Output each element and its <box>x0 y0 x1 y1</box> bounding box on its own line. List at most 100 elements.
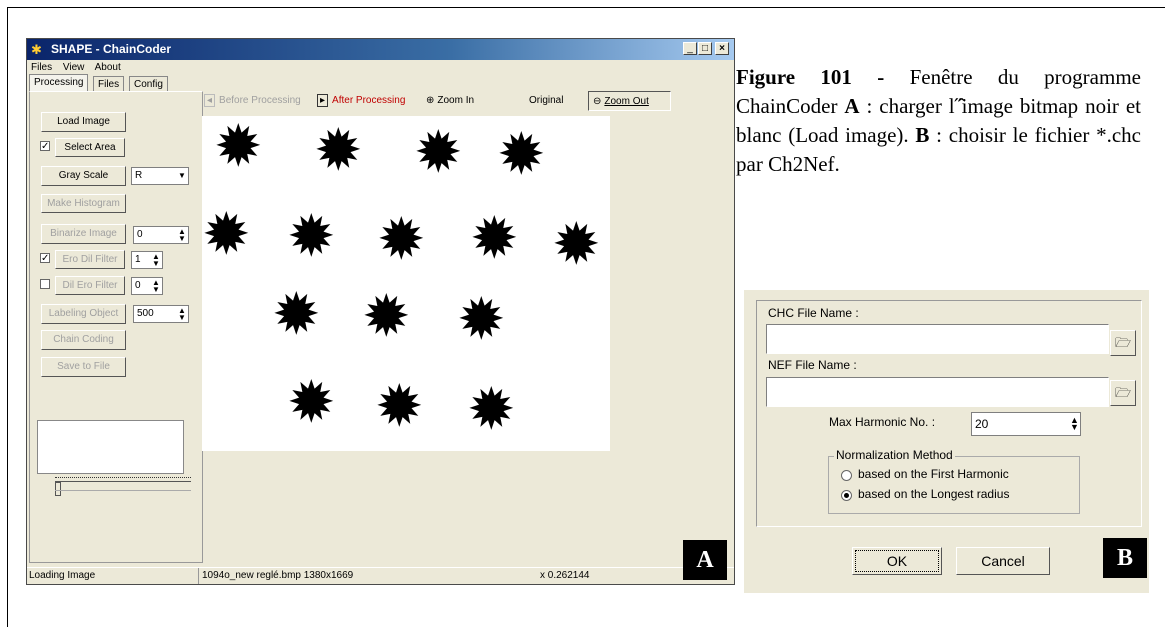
folder-icon: 🗁 <box>1114 335 1132 350</box>
max-harmonic-label: Max Harmonic No. : <box>829 415 936 429</box>
dil-ero-value: 0 <box>135 280 141 291</box>
dil-ero-spinner[interactable]: 0 ▲ ▼ <box>131 277 163 295</box>
window-title: SHAPE - ChainCoder <box>51 42 172 56</box>
normalization-group <box>828 456 1080 514</box>
caption-a: A <box>844 94 860 118</box>
radio-longest-radius-label: based on the Longest radius <box>858 487 1010 501</box>
chevron-down-icon: ▼ <box>178 171 186 180</box>
shape-blob: ✹ <box>414 120 463 185</box>
panel-label-b: B <box>1103 538 1147 578</box>
radio-longest-radius[interactable] <box>841 490 852 501</box>
save-to-file-button[interactable]: Save to File <box>41 357 126 377</box>
shape-blob: ✹ <box>272 282 321 347</box>
nef-file-input[interactable] <box>766 377 1109 407</box>
magnifier-plus-icon: ⊕ <box>426 95 435 106</box>
after-processing-button[interactable]: ▸ After Processing <box>317 91 421 111</box>
max-harmonic-value: 20 <box>975 417 989 431</box>
shape-blob: ✹ <box>362 284 411 349</box>
shape-blob: ✹ <box>202 202 251 267</box>
before-processing-button[interactable]: ◂ Before Processing <box>204 91 311 111</box>
slider-thumb[interactable] <box>55 482 61 496</box>
dil-ero-checkbox[interactable] <box>40 279 50 289</box>
status-text: Loading Image <box>29 570 96 581</box>
chc-browse-button[interactable]: 🗁 <box>1110 330 1136 356</box>
play-icon: ▸ <box>317 94 329 107</box>
dil-ero-filter-button[interactable]: Dil Ero Filter <box>55 276 125 295</box>
spin-arrows-icon: ▲ ▼ <box>178 227 186 243</box>
labeling-object-button[interactable]: Labeling Object <box>41 304 126 324</box>
spin-arrows-icon: ▲ ▼ <box>152 252 160 268</box>
ero-dil-spinner[interactable]: 1 ▲ ▼ <box>131 251 163 269</box>
spin-arrows-icon: ▲ ▼ <box>178 306 186 322</box>
caption-b: B <box>915 123 930 147</box>
ero-dil-value: 1 <box>135 254 141 265</box>
menu-files[interactable]: Files <box>31 62 52 73</box>
radio-first-harmonic[interactable] <box>841 470 852 481</box>
shape-blob: ✹ <box>287 370 336 435</box>
gray-channel-select[interactable]: R ▼ <box>131 167 189 185</box>
original-button[interactable]: Original <box>529 91 579 111</box>
cancel-button[interactable]: Cancel <box>956 547 1050 575</box>
shape-blob: ✹ <box>467 377 516 442</box>
shape-blob: ✹ <box>287 204 336 269</box>
preview-box <box>37 420 184 474</box>
shape-blob: ✹ <box>377 207 426 272</box>
shape-blob: ✹ <box>497 122 546 187</box>
load-image-button[interactable]: Load Image <box>41 112 126 132</box>
status-zoom: x 0.262144 <box>540 570 590 581</box>
chc-file-input[interactable] <box>766 324 1109 354</box>
slider-base <box>55 490 191 493</box>
panel-label-a: A <box>683 540 727 580</box>
caption-lead: Figure 101 - <box>736 65 885 89</box>
max-harmonic-spinner[interactable]: 20 ▲ ▼ <box>971 412 1081 436</box>
chc-file-label: CHC File Name : <box>768 306 859 320</box>
nef-file-label: NEF File Name : <box>768 358 857 372</box>
labeling-spinner[interactable]: 500 ▲ ▼ <box>133 305 189 323</box>
chain-coding-button[interactable]: Chain Coding <box>41 330 126 350</box>
ero-dil-checkbox[interactable]: ✓ <box>40 253 50 264</box>
make-histogram-button[interactable]: Make Histogram <box>41 194 126 213</box>
radio-first-harmonic-label: based on the First Harmonic <box>858 467 1009 481</box>
title-bar[interactable]: ✱ SHAPE - ChainCoder _ □ × <box>27 39 734 60</box>
status-file: 1094o_new reglé.bmp 1380x1669 <box>198 568 353 584</box>
shape-blob: ✹ <box>457 287 506 352</box>
status-bar: Loading Image 1094o_new reglé.bmp 1380x1… <box>27 567 734 584</box>
ch2nef-dialog: CHC File Name : 🗁 NEF File Name : 🗁 Max … <box>744 290 1149 593</box>
select-area-checkbox[interactable]: ✓ <box>40 141 50 152</box>
close-button[interactable]: × <box>715 42 729 55</box>
magnifier-minus-icon: ⊖ <box>593 96 602 107</box>
menu-bar: Files View About <box>31 61 129 74</box>
tab-config[interactable]: Config <box>129 76 168 91</box>
menu-view[interactable]: View <box>63 62 85 73</box>
gray-channel-value: R <box>135 170 143 181</box>
ero-dil-filter-button[interactable]: Ero Dil Filter <box>55 250 125 269</box>
zoom-out-button[interactable]: ⊖ Zoom Out <box>588 91 671 111</box>
play-icon: ◂ <box>204 94 216 107</box>
figure-caption: Figure 101 - Fenêtre du programme ChainC… <box>736 63 1141 179</box>
select-area-button[interactable]: Select Area <box>55 138 125 157</box>
ok-button[interactable]: OK <box>852 547 942 575</box>
app-icon: ✱ <box>31 42 42 57</box>
spin-arrows-icon: ▲ ▼ <box>1070 415 1079 432</box>
gray-scale-button[interactable]: Gray Scale <box>41 166 126 186</box>
nef-browse-button[interactable]: 🗁 <box>1110 380 1136 406</box>
tab-files[interactable]: Files <box>93 76 125 91</box>
chaincoder-window: ✱ SHAPE - ChainCoder _ □ × Files View Ab… <box>26 38 735 585</box>
shape-blob: ✹ <box>552 212 601 277</box>
menu-about[interactable]: About <box>95 62 121 73</box>
view-toolbar: ◂ Before Processing ▸ After Processing ⊕ Zo… <box>199 91 699 111</box>
normalization-label: Normalization Method <box>834 448 955 462</box>
spin-arrows-icon: ▲ ▼ <box>152 278 160 294</box>
shape-blob: ✹ <box>314 118 363 183</box>
minimize-button[interactable]: _ <box>683 42 697 55</box>
binarize-spinner[interactable]: 0 ▲ ▼ <box>133 226 189 244</box>
tab-processing[interactable]: Processing <box>29 74 89 91</box>
folder-icon: 🗁 <box>1114 385 1132 400</box>
image-canvas[interactable]: ✹ ✹ ✹ ✹ ✹ ✹ ✹ ✹ ✹ ✹ ✹ ✹ ✹ ✹ ✹ <box>202 116 610 451</box>
zoom-in-button[interactable]: ⊕ Zoom In <box>426 91 506 111</box>
binarize-value: 0 <box>137 229 143 240</box>
shape-blob: ✹ <box>375 374 424 439</box>
maximize-button[interactable]: □ <box>698 42 712 55</box>
shape-blob: ✹ <box>470 206 519 271</box>
binarize-image-button[interactable]: Binarize Image <box>41 224 126 244</box>
